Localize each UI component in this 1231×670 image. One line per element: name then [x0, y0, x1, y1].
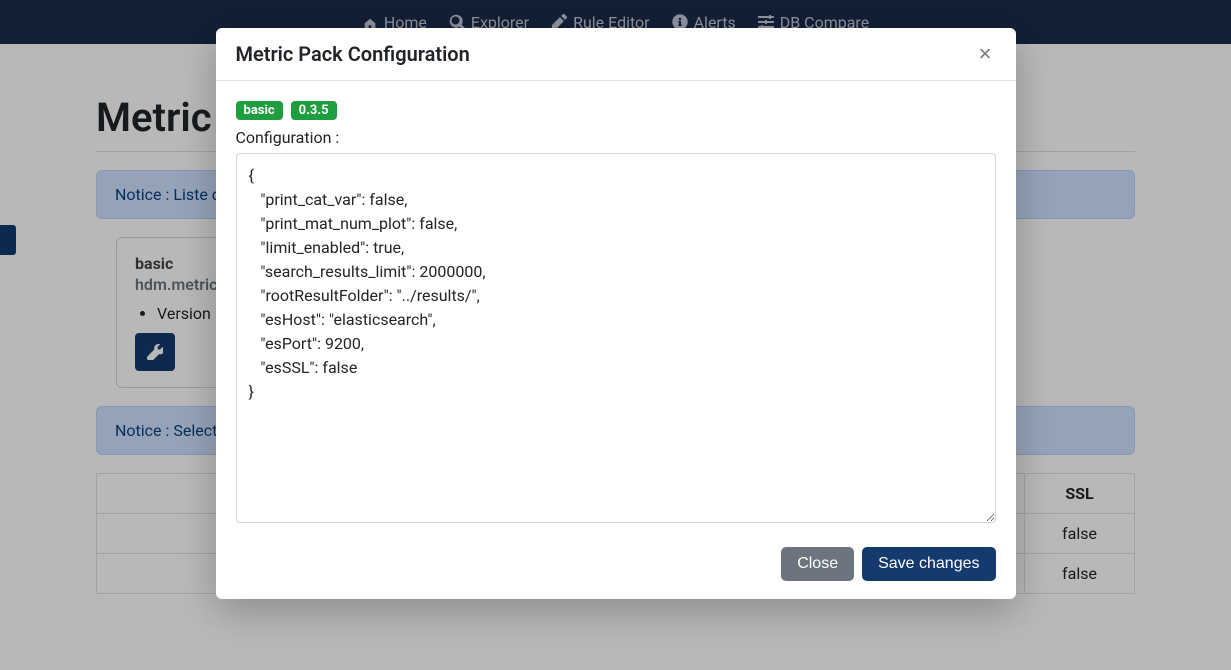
config-label: Configuration :: [236, 128, 996, 147]
close-button[interactable]: Close: [781, 547, 854, 581]
modal-footer: Close Save changes: [216, 533, 1016, 599]
modal-backdrop[interactable]: Metric Pack Configuration × basic 0.3.5 …: [0, 0, 1231, 670]
modal-header: Metric Pack Configuration ×: [216, 28, 1016, 81]
save-button[interactable]: Save changes: [862, 547, 995, 581]
badge-name: basic: [236, 101, 283, 120]
modal-body: basic 0.3.5 Configuration :: [216, 81, 1016, 533]
config-modal: Metric Pack Configuration × basic 0.3.5 …: [216, 28, 1016, 599]
close-icon[interactable]: ×: [975, 43, 996, 65]
modal-title: Metric Pack Configuration: [236, 42, 470, 66]
config-textarea[interactable]: [236, 153, 996, 523]
badge-version: 0.3.5: [291, 101, 337, 120]
